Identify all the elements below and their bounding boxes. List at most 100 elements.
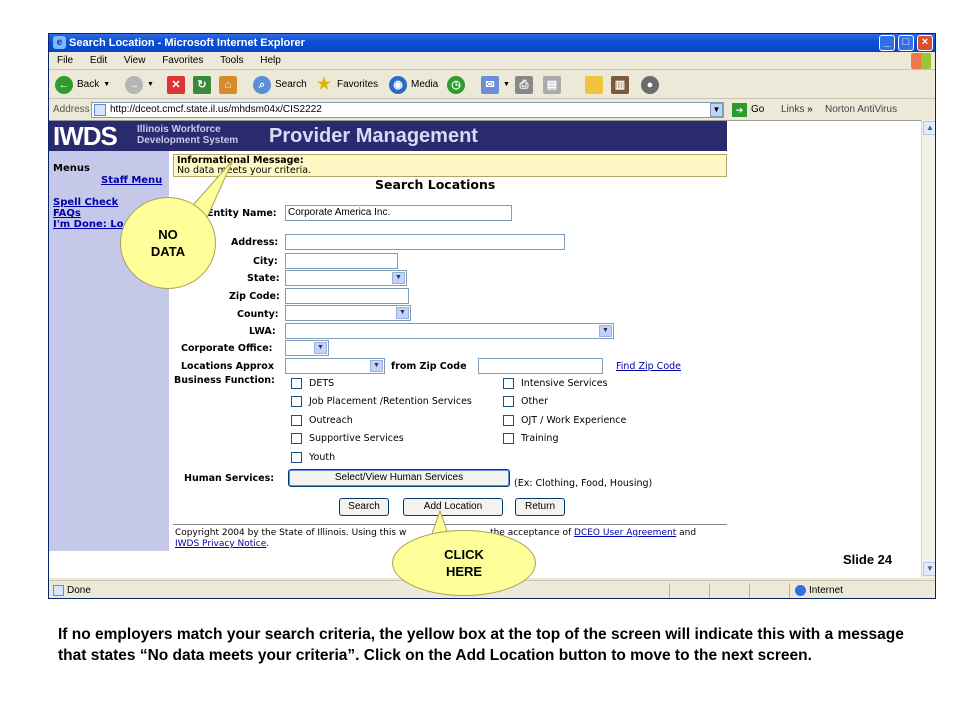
close-button[interactable]: ×	[917, 35, 933, 51]
locations-approx-select[interactable]: ▼	[285, 358, 385, 374]
checkbox-ojt-label: OJT / Work Experience	[521, 415, 627, 426]
spell-check-link[interactable]: Spell Check	[53, 197, 118, 208]
menu-file[interactable]: File	[49, 52, 80, 70]
checkbox-job-placement[interactable]: Job Placement /Retention Services	[291, 396, 472, 407]
lwa-dropdown-icon[interactable]: ▼	[599, 325, 612, 337]
address-dropdown-icon[interactable]: ▼	[710, 103, 723, 117]
checkbox-outreach[interactable]: Outreach	[291, 415, 353, 426]
locations-approx-dropdown-icon[interactable]: ▼	[370, 360, 383, 372]
home-button[interactable]: ⌂	[219, 75, 241, 95]
back-dropdown-icon[interactable]: ▼	[103, 75, 110, 95]
checkbox-training-box[interactable]	[503, 433, 514, 444]
media-button[interactable]: ◉ Media	[389, 75, 438, 95]
checkbox-intensive-box[interactable]	[503, 378, 514, 389]
checkbox-youth-box[interactable]	[291, 452, 302, 463]
address-url: http://dceot.cmcf.state.il.us/mhdsm04x/C…	[110, 104, 322, 115]
faqs-link[interactable]: FAQs	[53, 208, 81, 219]
refresh-button[interactable]: ↻	[193, 75, 215, 95]
return-button[interactable]: Return	[515, 498, 565, 516]
iwds-privacy-notice-link[interactable]: IWDS Privacy Notice	[175, 539, 266, 549]
copyright-text: Copyright 2004 by the State of Illinois.…	[175, 528, 407, 538]
corporate-office-select[interactable]: ▼	[285, 340, 329, 356]
scroll-up-icon[interactable]: ▲	[923, 121, 935, 135]
ie-logo-icon: e	[53, 36, 66, 49]
media-label: Media	[411, 79, 439, 90]
find-zip-code-link[interactable]: Find Zip Code	[616, 361, 681, 372]
county-select[interactable]: ▼	[285, 305, 411, 321]
add-location-button[interactable]: Add Location	[403, 498, 503, 516]
research-button[interactable]: ▥	[611, 75, 633, 95]
star-icon: ★	[316, 76, 332, 93]
checkbox-intensive-label: Intensive Services	[521, 378, 608, 389]
menu-help[interactable]: Help	[253, 52, 288, 70]
slide-caption: If no employers match your search criter…	[58, 626, 904, 664]
entity-name-label: Entity Name:	[207, 208, 277, 219]
county-dropdown-icon[interactable]: ▼	[396, 307, 409, 319]
im-done-link[interactable]: I'm Done: Lo	[53, 219, 123, 230]
forward-button[interactable]: → ▼	[125, 75, 154, 95]
menu-favorites[interactable]: Favorites	[155, 52, 210, 70]
checkbox-training[interactable]: Training	[503, 433, 559, 444]
checkbox-other-box[interactable]	[503, 396, 514, 407]
from-zip-input[interactable]	[478, 358, 603, 374]
checkbox-supportive[interactable]: Supportive Services	[291, 433, 404, 444]
menu-tools[interactable]: Tools	[213, 52, 250, 70]
banner-subtitle-line1: Illinois Workforce	[137, 124, 221, 135]
checkbox-ojt[interactable]: OJT / Work Experience	[503, 415, 626, 426]
lwa-select[interactable]: ▼	[285, 323, 614, 339]
checkbox-ojt-box[interactable]	[503, 415, 514, 426]
checkbox-dets-box[interactable]	[291, 378, 302, 389]
home-icon: ⌂	[219, 76, 237, 94]
checkbox-outreach-box[interactable]	[291, 415, 302, 426]
checkbox-intensive[interactable]: Intensive Services	[503, 378, 608, 389]
go-button[interactable]: ➔ Go	[732, 102, 764, 118]
menu-view[interactable]: View	[117, 52, 153, 70]
folder-button[interactable]	[585, 75, 607, 95]
links-label: Links	[781, 104, 805, 115]
page-title: Search Locations	[375, 177, 496, 192]
state-dropdown-icon[interactable]: ▼	[392, 272, 405, 284]
messenger-button[interactable]: ●	[641, 75, 663, 95]
minimize-button[interactable]: _	[879, 35, 895, 51]
zip-code-input[interactable]	[285, 288, 409, 304]
forward-dropdown-icon[interactable]: ▼	[147, 75, 154, 95]
city-input[interactable]	[285, 253, 398, 269]
checkbox-job-placement-box[interactable]	[291, 396, 302, 407]
slide-number: Slide 24	[843, 552, 893, 567]
security-zone: Internet	[809, 585, 843, 596]
edit-button[interactable]: ▤	[543, 75, 565, 95]
state-select[interactable]: ▼	[285, 270, 407, 286]
maximize-button[interactable]: □	[898, 35, 914, 51]
dceo-user-agreement-link[interactable]: DCEO User Agreement	[574, 528, 676, 538]
address-input[interactable]: http://dceot.cmcf.state.il.us/mhdsm04x/C…	[91, 102, 724, 118]
checkbox-dets[interactable]: DETS	[291, 378, 334, 389]
mail-button[interactable]: ✉ ▼	[481, 75, 510, 95]
status-divider	[669, 583, 670, 598]
checkbox-other[interactable]: Other	[503, 396, 548, 407]
business-function-label: Business Function:	[174, 375, 275, 386]
norton-antivirus-button[interactable]: Norton AntiVirus	[825, 100, 897, 120]
entity-name-input[interactable]: Corporate America Inc.	[285, 205, 512, 221]
checkbox-dets-label: DETS	[309, 378, 335, 389]
links-more-icon[interactable]: »	[807, 104, 813, 115]
select-view-human-services-button[interactable]: Select/View Human Services	[288, 469, 510, 487]
mail-dropdown-icon[interactable]: ▼	[503, 75, 510, 95]
human-services-label: Human Services:	[184, 473, 275, 484]
checkbox-supportive-box[interactable]	[291, 433, 302, 444]
print-icon: ⎙	[515, 76, 533, 94]
staff-menu-link[interactable]: Staff Menu	[101, 175, 162, 186]
history-button[interactable]: ◷	[447, 75, 469, 95]
stop-button[interactable]: ✕	[167, 75, 189, 95]
back-button[interactable]: ← Back ▼	[55, 75, 110, 95]
print-button[interactable]: ⎙	[515, 75, 537, 95]
search-button[interactable]: Search	[339, 498, 389, 516]
corporate-office-dropdown-icon[interactable]: ▼	[314, 342, 327, 354]
menu-edit[interactable]: Edit	[83, 52, 114, 70]
search-button-toolbar[interactable]: ⌕ Search	[253, 75, 307, 95]
scroll-down-icon[interactable]: ▼	[923, 562, 935, 576]
favorites-button[interactable]: ★ Favorites	[315, 75, 378, 95]
address-field-input[interactable]	[285, 234, 565, 250]
checkbox-youth[interactable]: Youth	[291, 452, 335, 463]
links-button[interactable]: Links »	[781, 100, 813, 120]
vertical-scrollbar[interactable]: ▲ ▼	[921, 120, 935, 578]
